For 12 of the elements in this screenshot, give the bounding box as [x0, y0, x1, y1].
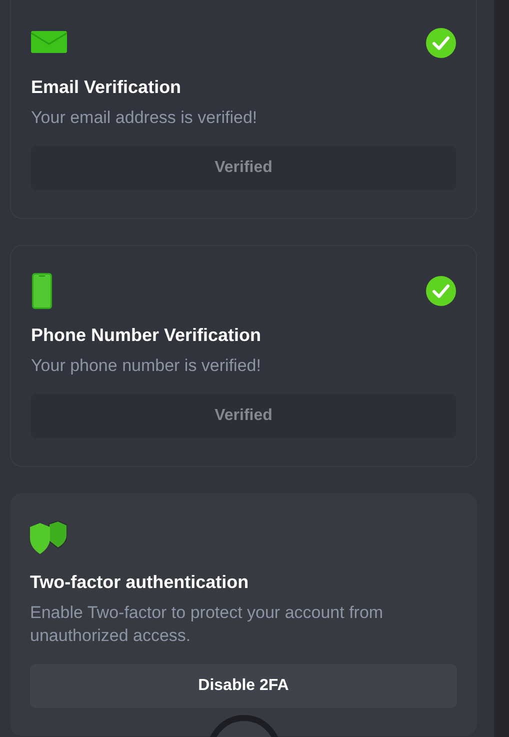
- card-title: Email Verification: [31, 76, 182, 99]
- card-title: Two-factor authentication: [30, 571, 250, 594]
- disable-button[interactable]: Disable 2FA: [30, 664, 457, 708]
- check-icon: [426, 276, 456, 306]
- phone-icon: [31, 273, 53, 309]
- envelope-icon: [31, 31, 67, 55]
- card-description: Enable Two-factor to protect your account from unauthorized access.: [30, 602, 384, 647]
- check-icon: [426, 28, 456, 58]
- shield-icon: [30, 521, 67, 555]
- card-description: Your email address is verified!: [31, 107, 258, 129]
- card-title: Phone Number Verification: [31, 324, 262, 347]
- card-description: Your phone number is verified!: [31, 355, 262, 377]
